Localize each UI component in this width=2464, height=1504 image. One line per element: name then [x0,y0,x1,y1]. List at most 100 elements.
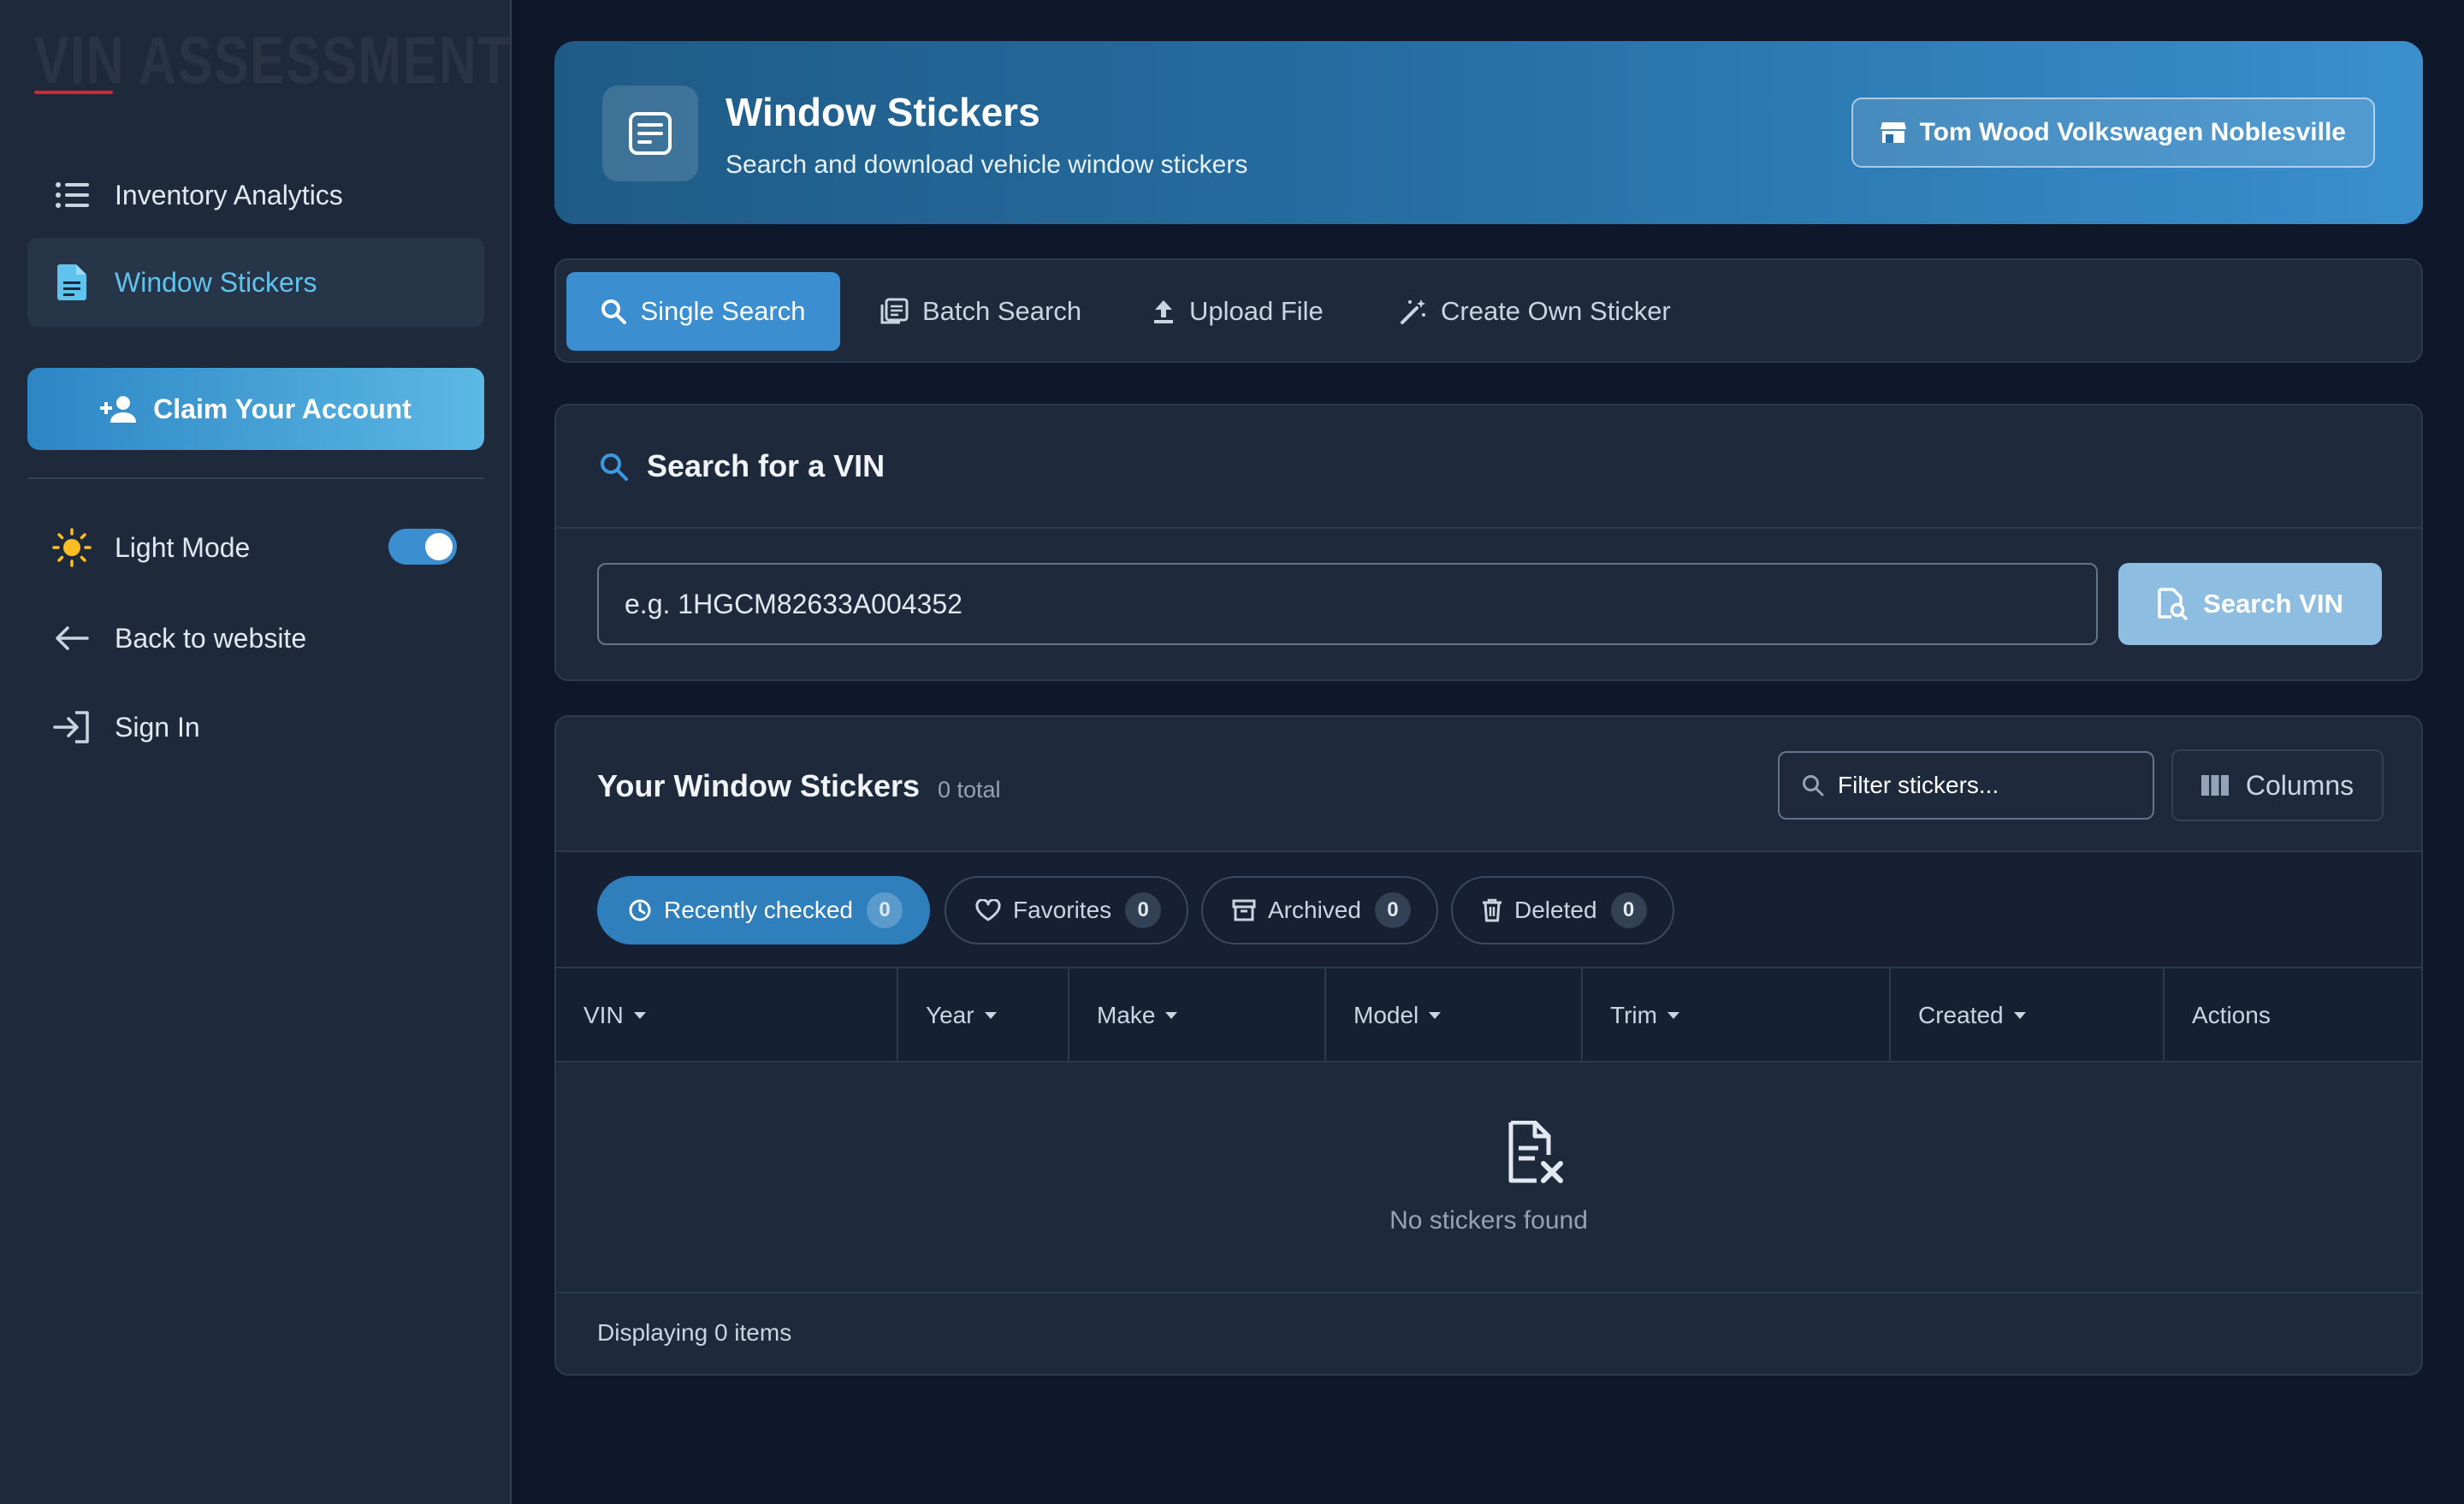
dealer-selector-button[interactable]: Tom Wood Volkswagen Noblesville [1851,98,2375,168]
chip-label: Archived [1268,897,1361,923]
count-badge: 0 [1374,892,1411,928]
window-stickers-card: Your Window Stickers 0 total Columns [554,715,2423,1376]
sidebar-item-label: Window Stickers [115,266,317,298]
back-to-website-label: Back to website [115,622,307,654]
filter-stickers-input[interactable] [1838,772,2146,799]
columns-button[interactable]: Columns [2171,749,2384,821]
back-to-website-link[interactable]: Back to website [27,594,484,683]
tab-batch-search[interactable]: Batch Search [845,272,1116,351]
sort-caret-icon [1429,1012,1442,1019]
window-stickers-count: 0 total [938,777,1001,802]
sort-caret-icon [1165,1012,1178,1019]
empty-state: No stickers found [556,1063,2421,1294]
claim-account-label: Claim Your Account [153,393,412,424]
app-logo[interactable]: VIN ASSESSMENT [34,26,511,94]
sidebar-divider [27,477,484,479]
store-icon [1880,121,1906,145]
trash-icon [1482,898,1502,922]
chip-favorites[interactable]: Favorites 0 [945,876,1189,944]
archive-icon [1232,899,1256,921]
sort-caret-icon [984,1012,997,1019]
column-header-trim[interactable]: Trim [1583,968,1891,1063]
search-icon [1802,774,1824,796]
document-search-icon [2157,588,2188,620]
sidebar-item-inventory-analytics[interactable]: Inventory Analytics [27,151,484,240]
vin-search-header: Search for a VIN [556,406,2421,529]
items-count-footer: Displaying 0 items [597,1319,792,1346]
magic-wand-icon [1400,298,1427,325]
search-icon [601,299,627,324]
chip-recently-checked[interactable]: Recently checked 0 [597,876,931,944]
columns-label: Columns [2245,769,2354,801]
upload-icon [1152,299,1176,324]
sign-in-icon [51,707,92,748]
arrow-left-icon [51,618,92,659]
light-mode-label: Light Mode [115,531,251,563]
tab-label: Single Search [640,296,806,326]
sidebar-item-window-stickers[interactable]: Window Stickers [27,238,484,327]
search-vin-label: Search VIN [2203,589,2343,619]
sign-in-link[interactable]: Sign In [27,683,484,772]
vin-input[interactable] [597,563,2098,645]
tab-single-search[interactable]: Single Search [566,272,840,351]
sticker-filter-chips: Recently checked 0 Favorites 0 Archived … [556,852,2421,968]
column-label: Trim [1610,1002,1657,1028]
page-title: Window Stickers [726,90,1040,134]
file-remove-icon [1506,1120,1567,1190]
sign-in-label: Sign In [115,711,200,743]
tab-create-own-sticker[interactable]: Create Own Sticker [1365,272,1705,351]
column-label: Make [1097,1002,1156,1028]
count-badge: 0 [1125,892,1162,928]
sort-caret-icon [633,1012,646,1019]
sidebar: VIN ASSESSMENT Inventory Analytics Windo… [0,0,512,1504]
sun-icon [51,527,92,568]
toggle-knob [425,533,453,560]
column-header-vin[interactable]: VIN [556,968,898,1063]
chip-archived[interactable]: Archived 0 [1201,876,1438,944]
count-badge: 0 [1610,892,1647,928]
heart-icon [975,899,1001,921]
column-label: Actions [2192,1002,2271,1028]
list-icon [51,175,92,216]
sidebar-item-label: Inventory Analytics [115,179,343,210]
column-header-make[interactable]: Make [1069,968,1326,1063]
vin-search-title: Search for a VIN [647,448,886,483]
clock-icon [628,898,652,922]
chip-label: Recently checked [664,897,854,923]
column-label: Created [1918,1002,2004,1028]
empty-state-text: No stickers found [1389,1206,1588,1235]
window-stickers-header: Your Window Stickers 0 total Columns [556,717,2421,852]
add-user-icon [100,395,138,423]
column-header-year[interactable]: Year [898,968,1069,1063]
chip-label: Favorites [1013,897,1112,923]
search-mode-tabs: Single Search Batch Search Upload File C… [554,258,2423,363]
column-header-model[interactable]: Model [1326,968,1583,1063]
light-mode-toggle[interactable] [388,529,457,565]
column-header-created[interactable]: Created [1891,968,2165,1063]
vin-search-card: Search for a VIN Search VIN [554,404,2423,681]
claim-account-button[interactable]: Claim Your Account [27,368,484,450]
column-label: Year [926,1002,974,1028]
count-badge: 0 [867,892,903,928]
page-subtitle: Search and download vehicle window stick… [726,151,1248,179]
column-label: VIN [583,1002,624,1028]
stickers-table-header: VIN Year Make Model Trim Created Actions [556,968,2421,1063]
dealer-name: Tom Wood Volkswagen Noblesville [1919,118,2346,146]
chip-deleted[interactable]: Deleted 0 [1451,876,1674,944]
chip-label: Deleted [1514,897,1597,923]
search-icon [599,452,628,481]
sticker-note-icon [602,86,698,181]
tab-label: Batch Search [922,296,1082,326]
window-stickers-title: Your Window Stickers [597,768,921,803]
tab-label: Create Own Sticker [1441,296,1671,326]
columns-icon [2200,775,2229,796]
sort-caret-icon [2013,1012,2026,1019]
search-vin-button[interactable]: Search VIN [2118,563,2382,645]
stack-icon [880,298,909,325]
column-header-actions: Actions [2165,968,2421,1063]
tab-upload-file[interactable]: Upload File [1117,272,1358,351]
sort-caret-icon [1667,1012,1679,1019]
logo-underline [34,91,113,94]
column-label: Model [1353,1002,1419,1028]
document-icon [51,262,92,303]
